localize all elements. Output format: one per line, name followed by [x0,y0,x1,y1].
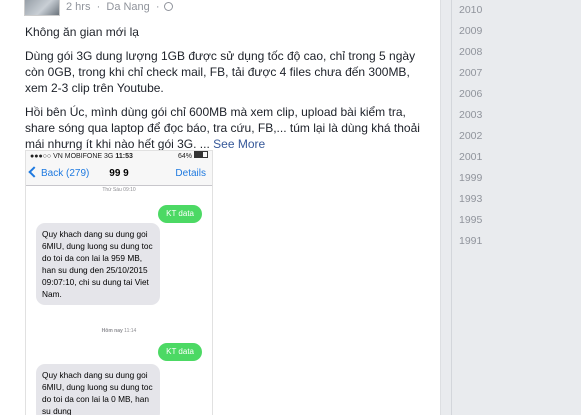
post-paragraph-1: Không ăn gian mới lạ [25,25,139,39]
phone-status-bar: ●●●○○ VN MOBIFONE 3G 11:53 64% [26,151,212,162]
clock: 11:53 [115,153,133,160]
see-more-link[interactable]: See More [213,137,265,151]
year-link[interactable]: 1999 [452,168,522,189]
timestamp-2: Hôm nay 11:14 [26,327,212,335]
year-link[interactable]: 2003 [452,105,522,126]
post-paragraph-2: Dùng gói 3G dung lượng 1GB được sử dụng … [25,49,416,95]
received-message: Quy khach dang su dung goi 6MIU, dung lu… [36,364,160,415]
post-time[interactable]: 2 hrs [66,1,90,13]
year-link[interactable]: 2006 [452,84,522,105]
post-meta: 2 hrs · Da Nang · [66,0,173,14]
carrier-text: VN MOBIFONE 3G [53,153,114,160]
year-link[interactable]: 2007 [452,63,522,84]
timestamp-2-time: 11:14 [124,328,137,334]
sms-screenshot[interactable]: ●●●○○ VN MOBIFONE 3G 11:53 64% Back (279… [25,150,213,415]
sent-message: KT data [158,343,202,361]
year-link[interactable]: 2001 [452,147,522,168]
globe-icon [163,2,173,11]
back-label: Back (279) [41,168,90,179]
post-text: Không ăn gian mới lạ Dùng gói 3G dung lư… [25,24,430,160]
battery: 64% [178,151,208,162]
carrier: ●●●○○ VN MOBIFONE 3G 11:53 [30,153,133,160]
year-link[interactable]: 2009 [452,21,522,42]
year-link[interactable]: 2002 [452,126,522,147]
received-message: Quy khach dang su dung goi 6MIU, dung lu… [36,223,160,305]
post-paragraph-3: Hồi bên Úc, mình dùng gói chỉ 600MB mà x… [25,104,430,152]
avatar[interactable] [24,0,60,16]
year-link[interactable]: 1993 [452,189,522,210]
year-link[interactable]: 1991 [452,231,522,252]
timestamp-1: Thứ Sáu 09:10 [102,187,136,193]
post-location[interactable]: Da Nang [106,1,149,13]
chevron-left-icon [28,166,40,178]
year-link[interactable]: 1995 [452,210,522,231]
battery-level: 64% [177,153,192,160]
details-button[interactable]: Details [175,162,206,185]
phone-nav-bar: Back (279) 99 9 Details [26,162,212,186]
sent-message: KT data [158,205,202,223]
year-link[interactable]: 2008 [452,42,522,63]
battery-icon [194,151,208,158]
timestamp-2-day: Hôm nay [101,328,123,334]
back-button[interactable]: Back (279) [28,162,90,185]
year-navigation: 2010 2009 2008 2007 2006 2003 2002 2001 … [451,0,522,415]
post-card: 2 hrs · Da Nang · Không ăn gian mới lạ D… [0,0,441,415]
year-link[interactable]: 2010 [452,0,522,21]
